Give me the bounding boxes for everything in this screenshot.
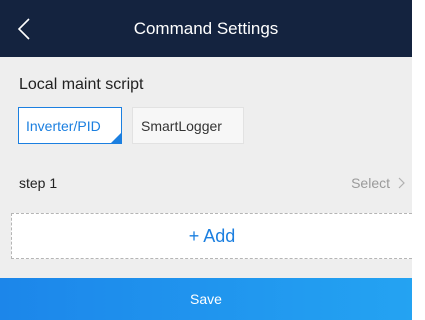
- step-select-link[interactable]: Select: [351, 175, 390, 191]
- chevron-right-icon: [398, 177, 405, 189]
- tab-smartlogger[interactable]: SmartLogger: [132, 107, 244, 144]
- save-button[interactable]: Save: [0, 278, 412, 320]
- page-title: Command Settings: [133, 19, 279, 38]
- save-label: Save: [190, 291, 222, 307]
- step-label: step 1: [19, 175, 58, 191]
- selected-corner-marker: [111, 133, 121, 143]
- step-row[interactable]: step 1 Select: [0, 163, 412, 203]
- section-title: Local maint script: [19, 76, 144, 93]
- header-bar: Command Settings: [0, 0, 412, 57]
- tab-inverter-pid[interactable]: Inverter/PID: [18, 107, 122, 144]
- add-step-button[interactable]: + Add: [11, 213, 412, 259]
- command-settings-screen: Command Settings Local maint script Inve…: [0, 0, 412, 320]
- tab-label: SmartLogger: [141, 118, 222, 134]
- add-label: + Add: [188, 226, 236, 246]
- tab-label: Inverter/PID: [26, 118, 101, 134]
